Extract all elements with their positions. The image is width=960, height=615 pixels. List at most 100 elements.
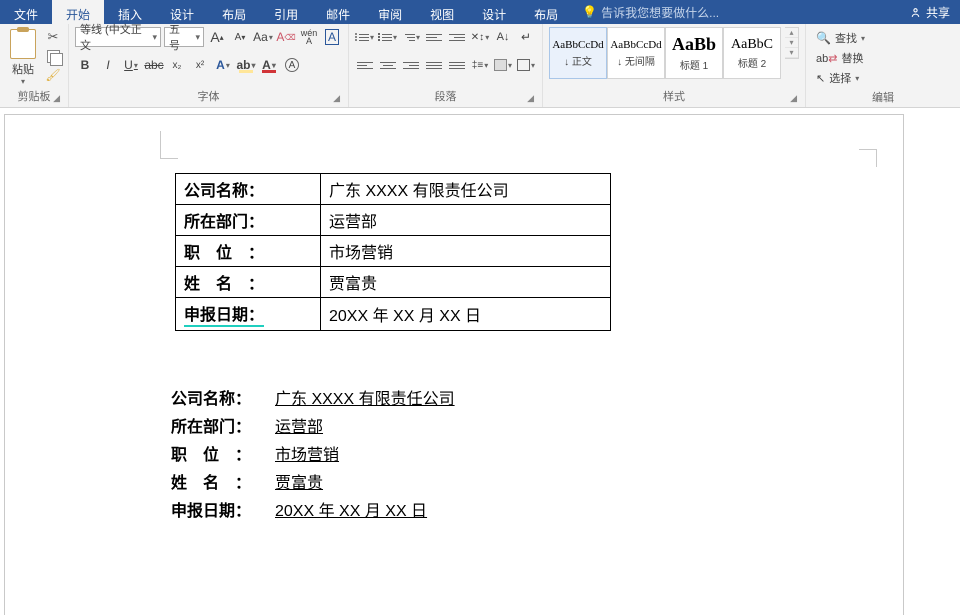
- clipboard-dialog-launcher[interactable]: ◢: [53, 93, 60, 104]
- line-spacing-button[interactable]: ‡≡: [470, 55, 490, 75]
- tab-view[interactable]: 视图: [416, 0, 468, 24]
- paste-label: 粘贴: [12, 61, 34, 77]
- style-heading2[interactable]: AaBbC标题 2: [723, 27, 781, 79]
- strike-button[interactable]: abc: [144, 55, 164, 75]
- align-right-button[interactable]: [401, 55, 421, 75]
- bullets-icon: [356, 28, 369, 46]
- clear-format-button[interactable]: A⌫: [276, 27, 296, 47]
- tell-me[interactable]: 💡 告诉我您想要做什么...: [572, 4, 719, 21]
- underline-button[interactable]: U: [121, 55, 141, 75]
- borders-icon: [517, 59, 530, 71]
- table-value[interactable]: 20XX 年 XX 月 XX 日: [321, 298, 611, 331]
- copy-button[interactable]: [44, 48, 62, 64]
- table-row: 申报日期： 20XX 年 XX 月 XX 日: [176, 298, 611, 331]
- align-distribute-button[interactable]: [447, 55, 467, 75]
- italic-button[interactable]: I: [98, 55, 118, 75]
- style-nospacing[interactable]: AaBbCcDd↓ 无间隔: [607, 27, 665, 79]
- bullets-button[interactable]: [355, 27, 375, 47]
- text-label[interactable]: 姓 名 ：: [171, 470, 275, 498]
- tab-layout[interactable]: 布局: [208, 0, 260, 24]
- group-label-styles: 样式◢: [549, 86, 799, 107]
- align-justify-button[interactable]: [424, 55, 444, 75]
- table-value[interactable]: 广东 XXXX 有限责任公司: [321, 174, 611, 205]
- text-value[interactable]: 市场营销: [275, 442, 351, 470]
- paste-button[interactable]: 粘贴 ▾: [6, 27, 40, 86]
- text-value[interactable]: 广东 XXXX 有限责任公司: [275, 386, 467, 414]
- align-center-icon: [380, 57, 396, 73]
- align-left-button[interactable]: [355, 55, 375, 75]
- grow-font-button[interactable]: A▴: [207, 27, 227, 47]
- align-left-icon: [357, 57, 373, 73]
- table-label[interactable]: 职 位 ：: [176, 236, 321, 267]
- shading-icon: [494, 59, 507, 71]
- tab-references[interactable]: 引用: [260, 0, 312, 24]
- text-effects-button[interactable]: A: [213, 55, 233, 75]
- group-clipboard: 粘贴 ▾ ✂ 🖌 剪贴板◢: [0, 24, 69, 107]
- show-marks-button[interactable]: ↵: [516, 27, 536, 47]
- multilevel-icon: [402, 28, 415, 46]
- style-heading1[interactable]: AaBb标题 1: [665, 27, 723, 79]
- bold-button[interactable]: B: [75, 55, 95, 75]
- ruby-icon: wénA: [301, 29, 318, 45]
- text-value[interactable]: 运营部: [275, 414, 335, 442]
- pilcrow-icon: ↵: [521, 30, 531, 44]
- font-color-button[interactable]: A: [259, 55, 279, 75]
- sort-button[interactable]: A↓: [493, 27, 513, 47]
- tab-table-layout[interactable]: 布局: [520, 0, 572, 24]
- multilevel-button[interactable]: [401, 27, 421, 47]
- indent-increase-button[interactable]: [447, 27, 467, 47]
- tab-mailings[interactable]: 邮件: [312, 0, 364, 24]
- style-gallery-more[interactable]: ▴▾▾: [785, 27, 799, 59]
- text-row: 申报日期：20XX 年 XX 月 XX 日: [171, 498, 903, 526]
- text-value[interactable]: 20XX 年 XX 月 XX 日: [275, 498, 439, 526]
- table-value[interactable]: 运营部: [321, 205, 611, 236]
- table-value[interactable]: 市场营销: [321, 236, 611, 267]
- font-size-combo[interactable]: 五号: [164, 27, 204, 47]
- table-label[interactable]: 公司名称：: [176, 174, 321, 205]
- style-normal[interactable]: AaBbCcDd↓ 正文: [549, 27, 607, 79]
- char-border-button[interactable]: A: [322, 27, 342, 47]
- font-name-combo[interactable]: 等线 (中文正文: [75, 27, 161, 47]
- change-case-button[interactable]: Aa: [253, 27, 273, 47]
- text-label[interactable]: 所在部门：: [171, 414, 275, 442]
- subscript-button[interactable]: x₂: [167, 55, 187, 75]
- text-value[interactable]: 贾富贵: [275, 470, 335, 498]
- share-icon: [909, 6, 922, 19]
- shading-button[interactable]: [493, 55, 513, 75]
- enclose-char-button[interactable]: A: [282, 55, 302, 75]
- highlight-button[interactable]: ab: [236, 55, 256, 75]
- table-label[interactable]: 申报日期：: [176, 298, 321, 331]
- numbering-button[interactable]: [378, 27, 398, 47]
- select-button[interactable]: ↖选择▾: [812, 69, 954, 87]
- find-button[interactable]: 🔍查找▾: [812, 29, 954, 47]
- borders-button[interactable]: [516, 55, 536, 75]
- text-label[interactable]: 申报日期：: [171, 498, 275, 526]
- replace-button[interactable]: ab⇄替换: [812, 49, 954, 67]
- info-table[interactable]: 公司名称：广东 XXXX 有限责任公司 所在部门：运营部 职 位 ：市场营销 姓…: [175, 173, 611, 331]
- phonetic-guide-button[interactable]: wénA: [299, 27, 319, 47]
- table-label[interactable]: 姓 名 ：: [176, 267, 321, 298]
- indent-decrease-button[interactable]: [424, 27, 444, 47]
- text-label[interactable]: 公司名称：: [171, 386, 275, 414]
- styles-dialog-launcher[interactable]: ◢: [790, 93, 797, 104]
- paragraph-dialog-launcher[interactable]: ◢: [527, 93, 534, 104]
- tab-file[interactable]: 文件: [0, 0, 52, 24]
- tab-review[interactable]: 审阅: [364, 0, 416, 24]
- table-label[interactable]: 所在部门：: [176, 205, 321, 236]
- cut-button[interactable]: ✂: [44, 29, 62, 45]
- format-painter-button[interactable]: 🖌: [44, 67, 62, 83]
- superscript-button[interactable]: x²: [190, 55, 210, 75]
- table-value[interactable]: 贾富贵: [321, 267, 611, 298]
- share-button[interactable]: 共享: [899, 0, 960, 24]
- text-label[interactable]: 职 位 ：: [171, 442, 275, 470]
- shrink-font-button[interactable]: A▾: [230, 27, 250, 47]
- tab-table-design[interactable]: 设计: [468, 0, 520, 24]
- brush-icon: 🖌: [45, 68, 60, 82]
- text-direction-button[interactable]: ✕↕: [470, 27, 490, 47]
- text-block[interactable]: 公司名称：广东 XXXX 有限责任公司 所在部门：运营部 职 位 ：市场营销 姓…: [171, 386, 903, 526]
- document-area[interactable]: 公司名称：广东 XXXX 有限责任公司 所在部门：运营部 职 位 ：市场营销 姓…: [0, 108, 960, 615]
- align-center-button[interactable]: [378, 55, 398, 75]
- font-dialog-launcher[interactable]: ◢: [333, 93, 340, 104]
- search-icon: 🔍: [816, 31, 831, 45]
- proofing-underline: 申报日期：: [184, 301, 264, 327]
